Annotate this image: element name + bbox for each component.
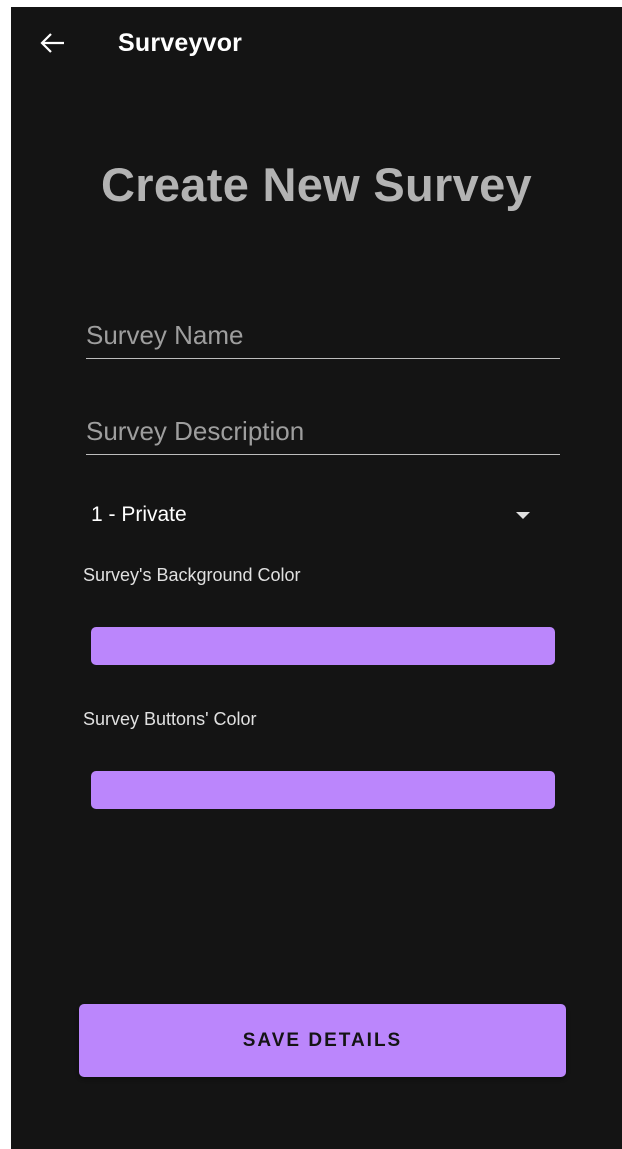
back-button[interactable] — [33, 25, 73, 65]
arrow-left-icon — [40, 32, 66, 59]
page-title: Create New Survey — [101, 158, 532, 211]
survey-description-input[interactable] — [86, 408, 560, 454]
survey-name-input[interactable] — [86, 312, 560, 358]
privacy-dropdown[interactable]: 1 - Private — [86, 497, 560, 533]
caret-down-icon — [516, 512, 530, 519]
survey-description-field — [86, 408, 560, 455]
privacy-dropdown-value: 1 - Private — [91, 503, 187, 526]
save-details-button[interactable]: SAVE DETAILS — [79, 1004, 566, 1077]
survey-name-field — [86, 312, 560, 359]
save-details-label: SAVE DETAILS — [242, 1029, 403, 1051]
buttons-color-picker[interactable] — [91, 771, 555, 809]
buttons-color-label: Survey Buttons' Color — [83, 709, 257, 729]
background-color-picker[interactable] — [91, 627, 555, 665]
survey-create-screen: Surveyvor Create New Survey 1 - Private … — [11, 7, 622, 1149]
background-color-label: Survey's Background Color — [83, 565, 301, 585]
app-title: Surveyvor — [118, 29, 243, 57]
app-bar: Surveyvor — [11, 7, 622, 83]
